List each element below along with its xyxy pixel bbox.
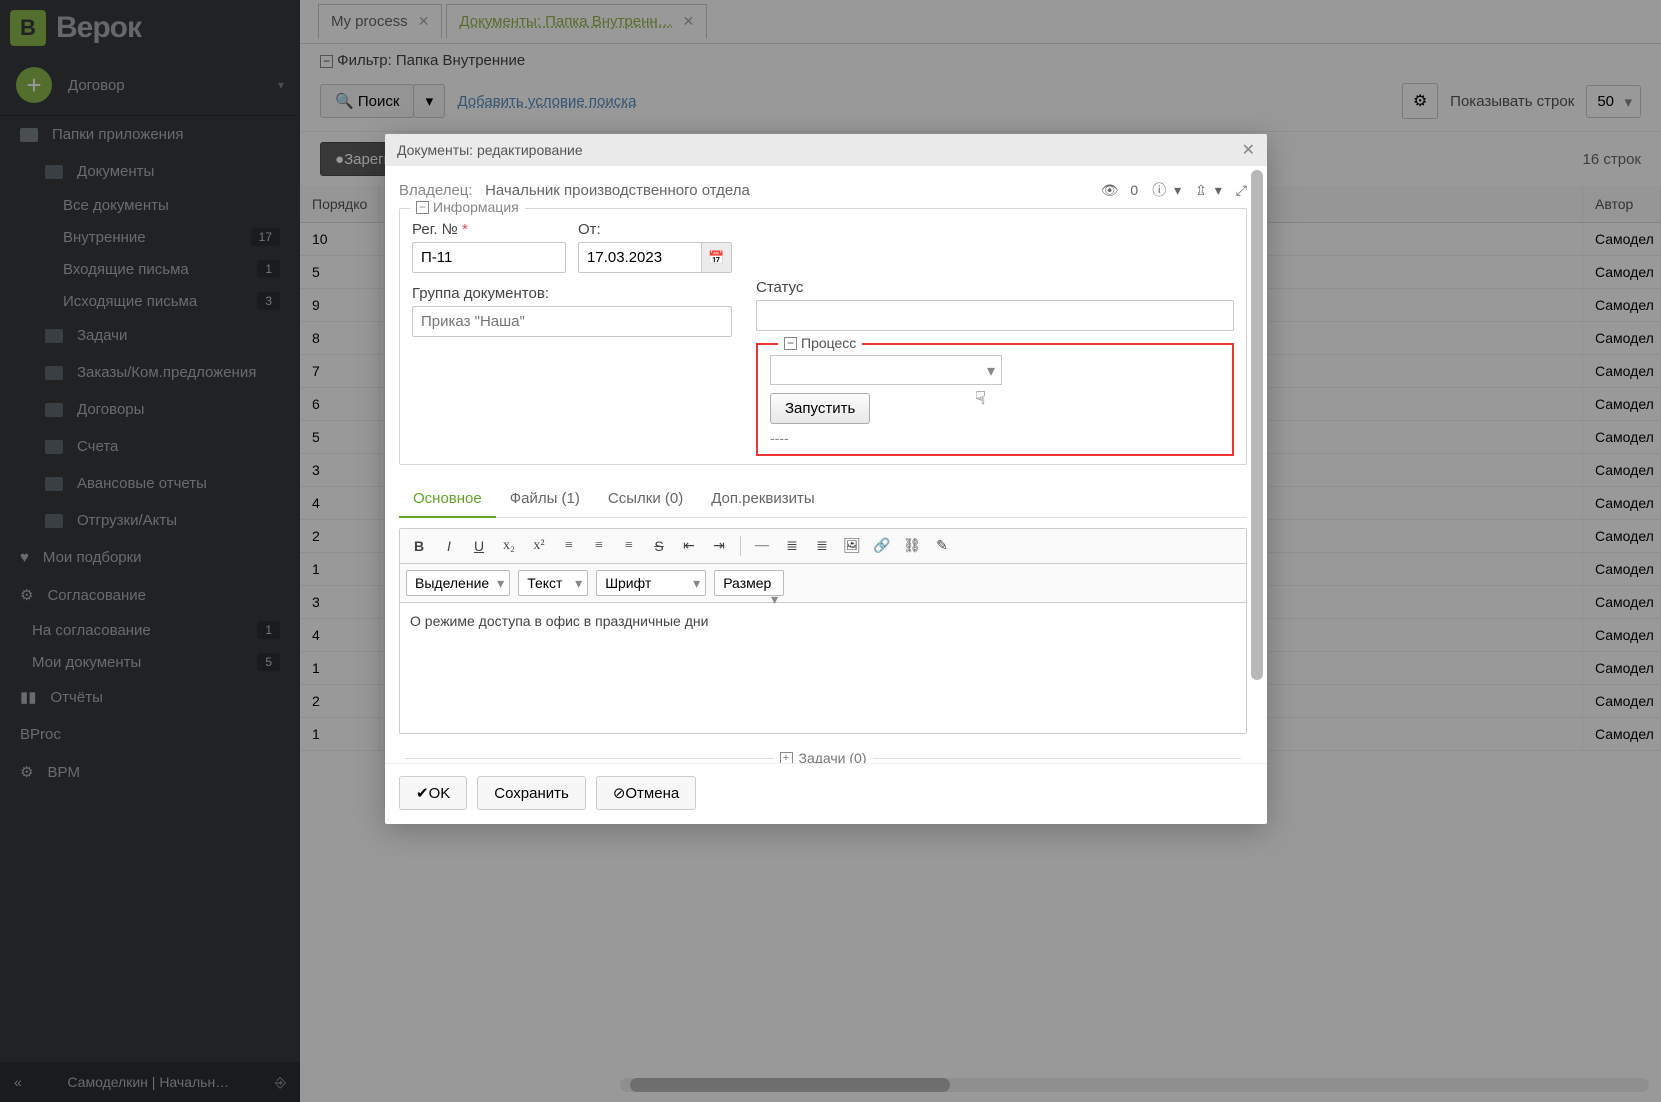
font-select[interactable]: Шрифт (596, 570, 706, 596)
strike-icon[interactable]: S (646, 533, 672, 559)
views[interactable]: 👁 0 (1101, 182, 1138, 199)
info-dropdown[interactable]: ⓘ ▾ (1152, 180, 1181, 200)
close-icon[interactable]: ✕ (1242, 140, 1255, 160)
editor-toolbar-2: Выделение Текст Шрифт Размер (400, 564, 1246, 603)
unlink-icon[interactable]: ⛓ (899, 533, 925, 559)
link-icon[interactable]: 🔗 (869, 533, 895, 559)
calendar-icon[interactable]: 📅 (701, 243, 731, 272)
group-input[interactable] (412, 306, 732, 337)
expand-icon[interactable]: + (780, 752, 793, 764)
subscript-icon[interactable]: x₂ (496, 533, 522, 559)
ul-icon[interactable]: ≣ (809, 533, 835, 559)
owner-value: Начальник производственного отдела (485, 182, 750, 199)
info-icon: ⓘ (1152, 180, 1166, 200)
ol-icon[interactable]: ≣ (779, 533, 805, 559)
editor-content[interactable]: О режиме доступа в офис в праздничные дн… (400, 603, 1246, 733)
owner-label: Владелец: (399, 182, 473, 199)
save-button[interactable]: Сохранить (477, 776, 586, 810)
info-legend: −Информация (410, 199, 525, 215)
collapse-icon[interactable]: − (784, 337, 797, 350)
date-label: От: (578, 221, 732, 238)
tab-extra[interactable]: Доп.реквизиты (697, 481, 828, 517)
image-icon[interactable]: 🖼 (839, 533, 865, 559)
vertical-scrollbar[interactable] (1251, 170, 1263, 759)
process-box: −Процесс Запустить ---- (756, 343, 1234, 456)
reg-label: Рег. № * (412, 221, 566, 238)
group-label: Группа документов: (412, 285, 732, 302)
ok-button[interactable]: ✔ OK (399, 776, 467, 810)
modal-tabs: Основное Файлы (1) Ссылки (0) Доп.реквиз… (399, 481, 1247, 518)
size-select[interactable]: Размер (714, 570, 784, 596)
modal-body: Владелец: Начальник производственного от… (385, 166, 1267, 763)
hr-icon[interactable]: — (749, 533, 775, 559)
bold-icon[interactable]: B (406, 533, 432, 559)
indent-icon[interactable]: ⇥ (706, 533, 732, 559)
underline-icon[interactable]: U (466, 533, 492, 559)
italic-icon[interactable]: I (436, 533, 462, 559)
outdent-icon[interactable]: ⇤ (676, 533, 702, 559)
eye-icon: 👁 (1101, 182, 1119, 199)
modal-footer: ✔ OK Сохранить ⊘ Отмена (385, 763, 1267, 824)
clear-icon[interactable]: ✎ (929, 533, 955, 559)
share-icon: ⇫ (1195, 182, 1207, 199)
owner-row: Владелец: Начальник производственного от… (399, 180, 1247, 200)
share-dropdown[interactable]: ⇫ ▾ (1195, 182, 1222, 199)
process-legend: −Процесс (778, 335, 862, 351)
highlight-select[interactable]: Выделение (406, 570, 510, 596)
modal-header: Документы: редактирование ✕ (385, 134, 1267, 166)
process-select[interactable] (770, 355, 1002, 385)
tab-main[interactable]: Основное (399, 481, 496, 518)
expand-icon[interactable]: ⤢ (1236, 182, 1247, 199)
align-left-icon[interactable]: ≡ (556, 533, 582, 559)
editor-toolbar: B I U x₂ x² ≡ ≡ ≡ S ⇤ ⇥ — ≣ ≣ 🖼 🔗 ⛓ ✎ (400, 529, 1246, 564)
align-right-icon[interactable]: ≡ (616, 533, 642, 559)
rich-editor: B I U x₂ x² ≡ ≡ ≡ S ⇤ ⇥ — ≣ ≣ 🖼 🔗 ⛓ ✎ (399, 528, 1247, 734)
text-select[interactable]: Текст (518, 570, 588, 596)
tab-files[interactable]: Файлы (1) (496, 481, 594, 517)
tasks-section[interactable]: + Задачи (0) (399, 746, 1247, 763)
status-input[interactable] (756, 300, 1234, 331)
collapse-icon[interactable]: − (416, 201, 429, 214)
modal-title: Документы: редактирование (397, 142, 583, 158)
reg-input[interactable] (412, 242, 566, 273)
tab-links[interactable]: Ссылки (0) (594, 481, 697, 517)
process-status: ---- (770, 430, 1220, 446)
info-fieldset: −Информация Рег. № * От: 📅 (399, 208, 1247, 465)
superscript-icon[interactable]: x² (526, 533, 552, 559)
status-label: Статус (756, 279, 1234, 296)
run-button[interactable]: Запустить (770, 393, 870, 424)
align-center-icon[interactable]: ≡ (586, 533, 612, 559)
cancel-button[interactable]: ⊘ Отмена (596, 776, 696, 810)
edit-modal: Документы: редактирование ✕ Владелец: На… (385, 134, 1267, 824)
